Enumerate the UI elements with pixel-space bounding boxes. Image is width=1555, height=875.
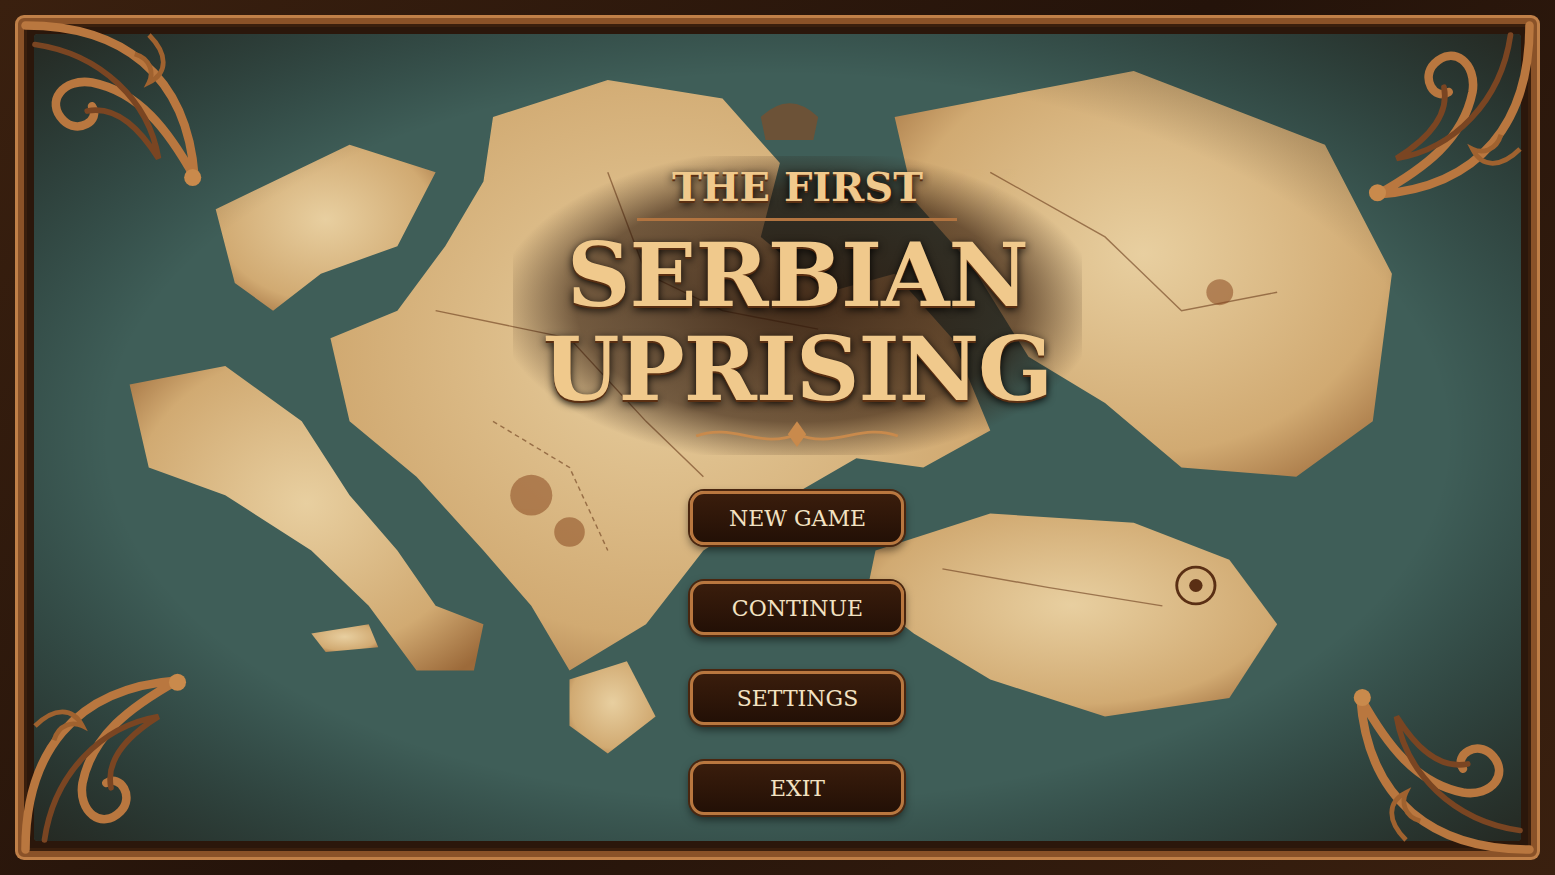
flourish-ornament-icon — [687, 417, 907, 455]
ornate-frame: THE FIRST SERBIAN UPRISING NEW GAME CONTI… — [18, 18, 1537, 857]
title-line: SERBIAN — [567, 225, 1028, 325]
menu-list: NEW GAME CONTINUE SETTINGS EXIT — [690, 491, 904, 815]
menu-button[interactable]: EXIT — [690, 761, 904, 815]
title-line: UPRISING — [543, 325, 1053, 413]
title-kicker: THE FIRST — [672, 162, 923, 212]
title-divider — [637, 218, 957, 221]
menu-button[interactable]: SETTINGS — [690, 671, 904, 725]
map-background: THE FIRST SERBIAN UPRISING NEW GAME CONTI… — [34, 34, 1521, 841]
title-block: THE FIRST SERBIAN UPRISING — [513, 156, 1083, 455]
menu-button[interactable]: NEW GAME — [690, 491, 904, 545]
menu-column: THE FIRST SERBIAN UPRISING NEW GAME CONTI… — [513, 34, 1083, 841]
menu-button[interactable]: CONTINUE — [690, 581, 904, 635]
main-menu-screen: THE FIRST SERBIAN UPRISING NEW GAME CONTI… — [0, 0, 1555, 875]
